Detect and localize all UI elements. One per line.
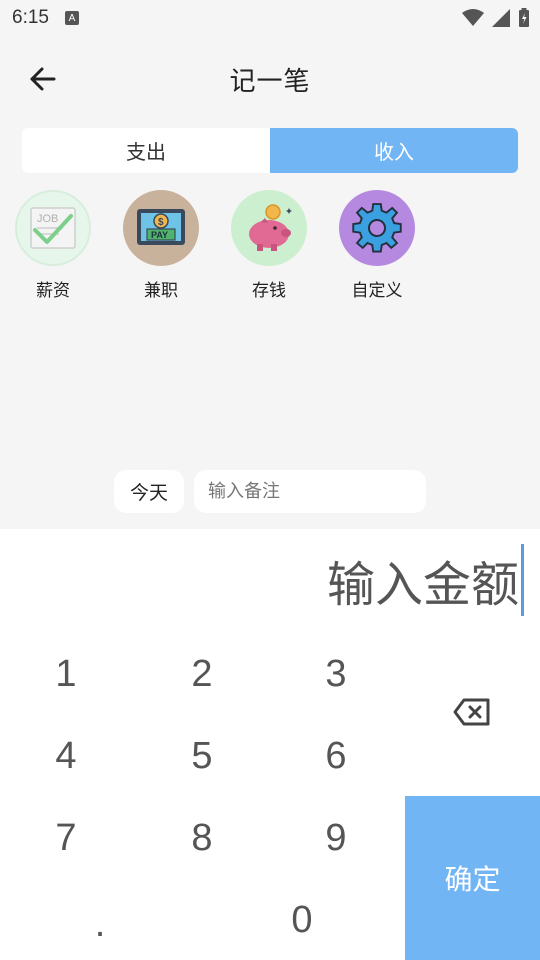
piggy-bank-icon	[231, 190, 307, 266]
text-cursor	[521, 544, 524, 616]
part-time-pay-icon: $ PAY	[123, 190, 199, 266]
key-1[interactable]: 1	[6, 639, 126, 709]
signal-icon	[492, 9, 510, 27]
category-part-time[interactable]: $ PAY 兼职	[116, 190, 206, 301]
back-button[interactable]	[22, 62, 62, 96]
type-tabs: 支出 收入	[22, 128, 518, 173]
gear-icon	[339, 190, 415, 266]
amount-placeholder: 输入金额	[326, 557, 519, 613]
header: 记一笔	[0, 50, 540, 108]
remark-input[interactable]	[194, 470, 426, 513]
svg-text:PAY: PAY	[151, 230, 168, 240]
category-saving[interactable]: 存钱	[224, 190, 314, 301]
key-0[interactable]: 0	[242, 885, 362, 955]
notification-a-icon: A	[64, 11, 79, 25]
keypad-area: 输入金额 1 2 3 4 5 6 7 8 9 . 0 确定	[0, 529, 540, 960]
status-time: 6:15	[12, 7, 49, 28]
key-2[interactable]: 2	[142, 639, 262, 709]
category-label: 自定义	[351, 281, 403, 301]
svg-text:$: $	[158, 217, 164, 228]
key-3[interactable]: 3	[276, 639, 396, 709]
category-custom[interactable]: 自定义	[332, 190, 422, 301]
tab-expense[interactable]: 支出	[22, 128, 270, 173]
key-6[interactable]: 6	[276, 721, 396, 791]
key-dot[interactable]: .	[40, 889, 160, 959]
key-8[interactable]: 8	[142, 803, 262, 873]
remark-row: 今天	[0, 470, 540, 514]
key-7[interactable]: 7	[6, 803, 126, 873]
status-icons	[462, 8, 530, 28]
date-button[interactable]: 今天	[114, 470, 184, 513]
category-label: 薪资	[36, 281, 70, 301]
category-grid: JOB 薪资 $ PAY 兼职 存钱 自定义	[0, 188, 540, 308]
page-title: 记一笔	[229, 66, 311, 97]
confirm-button[interactable]: 确定	[405, 796, 540, 960]
backspace-button[interactable]	[430, 677, 514, 747]
backspace-icon	[453, 698, 490, 726]
key-4[interactable]: 4	[6, 721, 126, 791]
key-5[interactable]: 5	[142, 721, 262, 791]
category-salary[interactable]: JOB 薪资	[8, 190, 98, 301]
status-bar: 6:15 A	[0, 0, 540, 36]
category-label: 兼职	[144, 281, 178, 301]
key-9[interactable]: 9	[276, 803, 396, 873]
salary-envelope-icon: JOB	[15, 190, 91, 266]
amount-input[interactable]: 输入金额	[327, 543, 524, 617]
arrow-left-icon	[30, 67, 56, 91]
category-label: 存钱	[252, 281, 286, 301]
tab-income[interactable]: 收入	[270, 128, 518, 173]
wifi-icon	[462, 9, 484, 26]
svg-text:JOB: JOB	[37, 213, 58, 225]
battery-icon	[519, 8, 529, 27]
